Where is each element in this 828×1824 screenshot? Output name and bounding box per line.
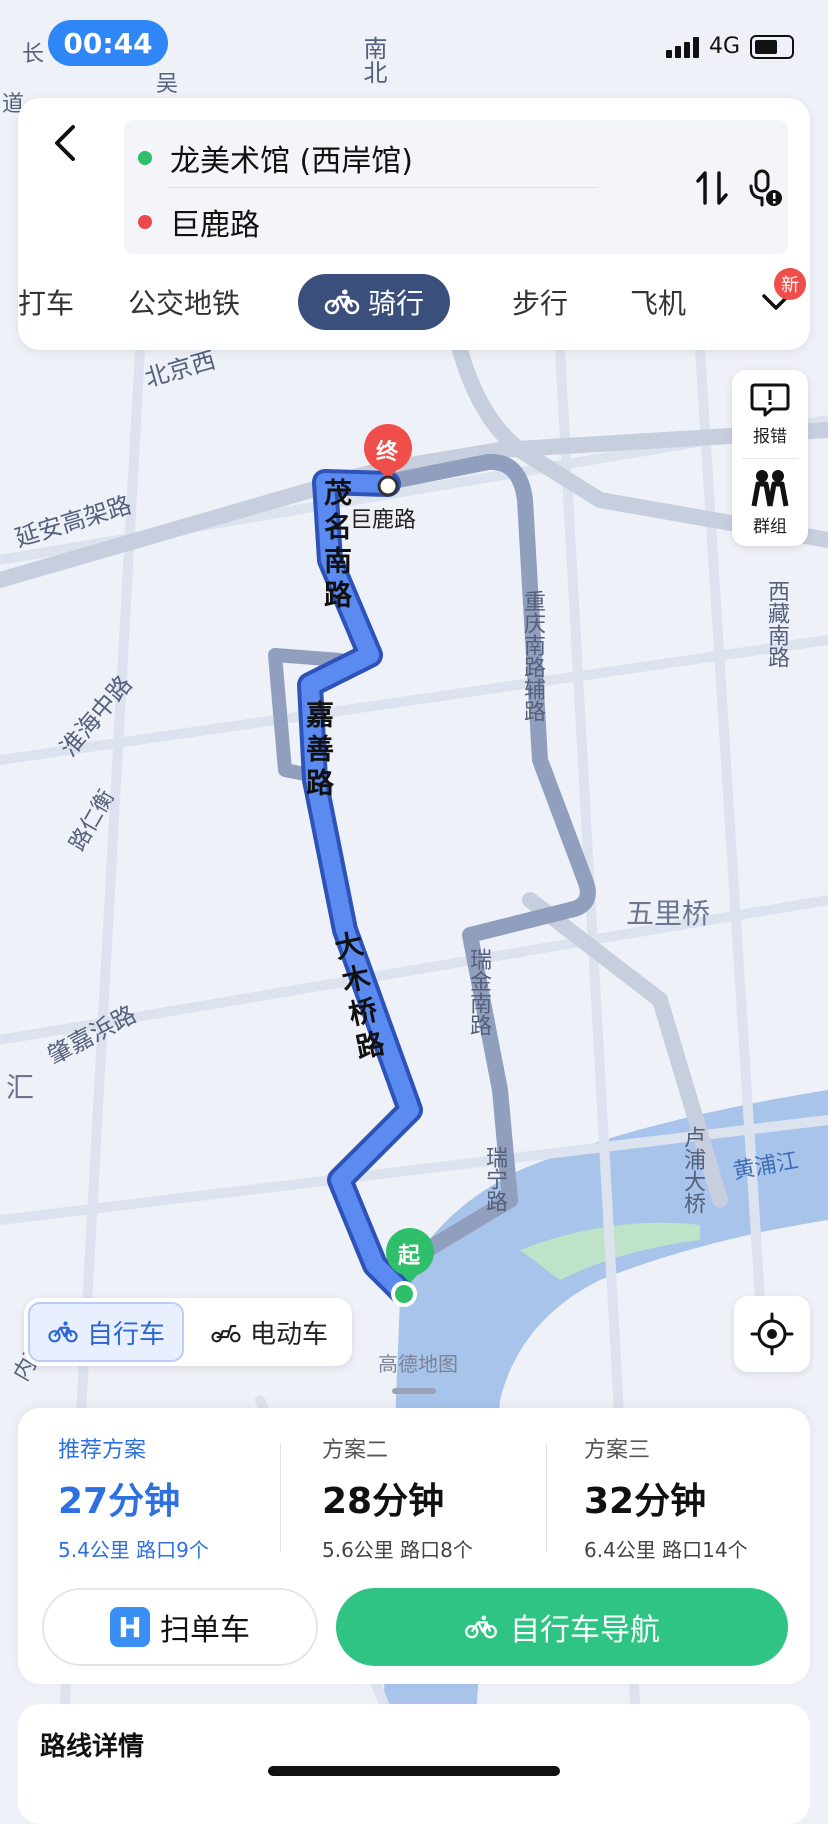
tab-walking[interactable]: 步行 (512, 274, 568, 330)
plan-three-label: 方案三 (584, 1438, 651, 1463)
road-label-maoming: 茂名南路 (320, 478, 353, 614)
road-label-wu: 吴 (156, 72, 179, 97)
plan-two-label: 方案二 (322, 1438, 389, 1463)
plan-two-time: 28分钟 (322, 1481, 445, 1522)
area-label-wuliqiao: 五里桥 (626, 897, 711, 930)
network-label: 4G (708, 34, 740, 59)
origin-field[interactable]: 龙美术馆 (西岸馆) (138, 130, 413, 186)
mode-bicycle[interactable]: 自行车 (28, 1302, 184, 1362)
plan-recommended[interactable]: 推荐方案 27分钟 5.4公里 路口9个 (58, 1432, 298, 1562)
tab-transit[interactable]: 公交地铁 (128, 274, 240, 330)
plan-divider (546, 1444, 547, 1552)
new-badge: 新 (774, 268, 806, 300)
plan-recommended-time: 27分钟 (58, 1481, 181, 1522)
map-handle[interactable] (392, 1388, 436, 1394)
mode-bicycle-label: 自行车 (86, 1319, 165, 1350)
tab-taxi-label: 打车 (18, 287, 74, 320)
road-label-ruining: 瑞宁路 (482, 1146, 507, 1212)
road-label-xizang: 西藏南路 (764, 580, 789, 668)
start-navigation-button[interactable]: 自行车导航 (336, 1588, 788, 1666)
route-details-title: 路线详情 (40, 1732, 145, 1762)
plan-two[interactable]: 方案二 28分钟 5.6公里 路口8个 (322, 1432, 562, 1562)
scan-bike-label: 扫单车 (160, 1613, 250, 1648)
route-inputs: 龙美术馆 (西岸馆) 巨鹿路 (124, 120, 788, 254)
tab-cycling[interactable]: 骑行 (298, 274, 451, 330)
origin-text: 龙美术馆 (西岸馆) (170, 144, 413, 179)
voice-button[interactable] (738, 160, 794, 216)
chevron-left-icon (55, 125, 75, 161)
transport-tabs: 打车 公交地铁 骑行 步行 飞机 新 (18, 268, 810, 330)
tab-flight[interactable]: 飞机 (630, 274, 686, 330)
microphone-icon (749, 169, 782, 207)
bridge-label-lupu: 卢浦大桥 (680, 1126, 705, 1214)
bicycle-icon (48, 1321, 78, 1343)
tab-taxi[interactable]: 打车 (18, 274, 74, 330)
route-plans-card: 推荐方案 27分钟 5.4公里 路口9个 方案二 28分钟 5.6公里 路口8个… (18, 1408, 810, 1684)
end-place-label: 巨鹿路 (350, 508, 417, 533)
group-label: 群组 (753, 516, 787, 537)
road-label-nanbei: 南北 (359, 36, 387, 84)
swap-route-button[interactable] (684, 160, 740, 216)
report-icon (750, 383, 790, 416)
plan-three[interactable]: 方案三 32分钟 6.4公里 路口14个 (584, 1432, 824, 1562)
road-label-ruijin: 瑞金南路 (466, 948, 491, 1036)
route-details-card[interactable]: 路线详情 (18, 1704, 810, 1824)
tab-flight-label: 飞机 (630, 287, 687, 320)
home-indicator[interactable] (268, 1766, 560, 1776)
tab-walking-label: 步行 (512, 287, 569, 320)
plan-three-time: 32分钟 (584, 1481, 707, 1522)
start-marker-label: 起 (398, 1244, 421, 1269)
report-label: 报错 (753, 426, 787, 447)
vehicle-mode-toggle: 自行车 电动车 (24, 1298, 352, 1366)
mode-ebike-label: 电动车 (249, 1319, 328, 1350)
destination-text: 巨鹿路 (170, 208, 260, 243)
bicycle-icon (324, 289, 360, 315)
plan-two-detail: 5.6公里 路口8个 (322, 1538, 473, 1562)
status-indicators: 4G (665, 34, 794, 59)
signal-icon (665, 36, 699, 58)
plan-three-detail: 6.4公里 路口14个 (584, 1538, 748, 1562)
tab-cycling-label: 骑行 (368, 287, 425, 320)
locate-button[interactable] (734, 1296, 810, 1372)
map-watermark: 高德地图 (378, 1352, 458, 1376)
battery-icon (750, 34, 794, 59)
road-label-chang: 长 (22, 42, 45, 67)
map-side-tools: 报错 群组 (732, 370, 808, 546)
plan-recommended-label: 推荐方案 (58, 1438, 147, 1463)
mode-ebike[interactable]: 电动车 (194, 1302, 344, 1362)
hellobike-logo-icon: H (110, 1607, 150, 1647)
report-button[interactable]: 报错 (732, 370, 808, 458)
plan-recommended-detail: 5.4公里 路口9个 (58, 1538, 209, 1562)
bicycle-icon (465, 1615, 497, 1639)
tab-transit-label: 公交地铁 (128, 287, 241, 320)
route-card: 龙美术馆 (西岸馆) 巨鹿路 打车 公交地铁 骑行 步行 飞机 新 (18, 98, 810, 350)
destination-dot (138, 215, 152, 229)
road-label-jiashan: 嘉善路 (302, 700, 335, 802)
origin-dot (138, 151, 152, 165)
route-divider (168, 187, 598, 188)
back-button[interactable] (40, 118, 90, 168)
plan-divider (280, 1444, 281, 1552)
locate-icon (750, 1312, 794, 1356)
end-marker-label: 终 (376, 440, 399, 465)
swap-icon (696, 171, 728, 205)
start-navigation-label: 自行车导航 (510, 1613, 660, 1648)
scooter-icon (211, 1325, 241, 1343)
destination-field[interactable]: 巨鹿路 (138, 194, 260, 250)
scan-bike-button[interactable]: H 扫单车 (42, 1588, 318, 1666)
area-label-hui: 汇 (6, 1071, 35, 1104)
group-icon (751, 469, 789, 506)
group-button[interactable]: 群组 (732, 458, 808, 546)
road-label-chongqing: 重庆南路辅路 (520, 590, 545, 722)
status-time: 00:44 (48, 20, 168, 66)
